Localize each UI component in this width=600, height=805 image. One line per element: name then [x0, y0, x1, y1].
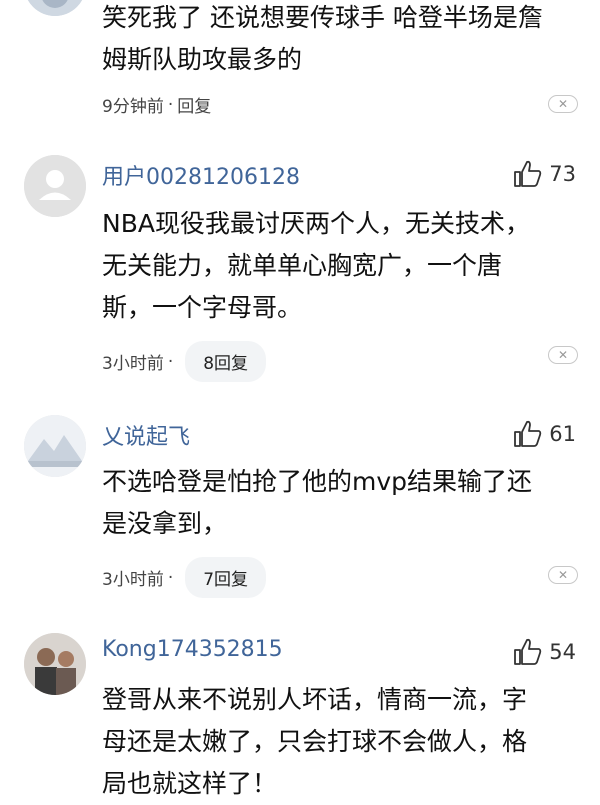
- comment-text: 笑死我了 还说想要传球手 哈登半场是詹 姆斯队助攻最多的: [102, 0, 572, 81]
- comment-text-line: NBA现役我最讨厌两个人，无关技术，: [102, 209, 530, 238]
- like-button[interactable]: 61: [513, 420, 576, 448]
- avatar[interactable]: [24, 415, 86, 477]
- avatar-image: [24, 633, 86, 695]
- avatar-image: [24, 415, 86, 477]
- comment-text: NBA现役我最讨厌两个人，无关技术， 无关能力，就单单心胸宽广，一个唐 斯，一个…: [102, 203, 572, 329]
- thumbs-up-icon: [514, 638, 542, 665]
- comment-text-line: 局也就这样了！: [102, 769, 278, 798]
- person-icon: [24, 155, 86, 217]
- comment-text-line: 是没拿到，: [102, 509, 228, 538]
- avatar-image: [24, 0, 86, 16]
- close-icon[interactable]: ✕: [548, 95, 578, 113]
- like-button[interactable]: 73: [513, 160, 576, 188]
- reply-count-button[interactable]: 7回复: [185, 557, 267, 598]
- comment-text-line: 母还是太嫩了，只会打球不会做人，格: [102, 727, 528, 756]
- comment-text-line: 斯，一个字母哥。: [102, 293, 303, 322]
- comment-time: 9分钟前: [102, 97, 164, 117]
- comment-meta: 3小时前 · 8回复: [102, 341, 267, 382]
- comment-time: 3小时前: [102, 354, 164, 374]
- like-button[interactable]: 54: [513, 638, 576, 666]
- username[interactable]: 用户00281206128: [102, 159, 300, 191]
- separator: ·: [167, 567, 174, 588]
- like-count: 54: [549, 640, 576, 664]
- username[interactable]: 乂说起飞: [102, 419, 190, 451]
- like-count: 73: [549, 162, 576, 186]
- comment-text-line: 不选哈登是怕抢了他的mvp结果输了还: [102, 467, 533, 496]
- avatar[interactable]: [24, 633, 86, 695]
- reply-button[interactable]: 回复: [177, 92, 211, 117]
- comment-text-line: 无关能力，就单单心胸宽广，一个唐: [102, 251, 503, 280]
- comment-text-line: 姆斯队助攻最多的: [102, 45, 303, 74]
- comment-meta: 3小时前 · 7回复: [102, 557, 267, 598]
- comment-text-line: 笑死我了 还说想要传球手 哈登半场是詹: [102, 3, 543, 32]
- avatar[interactable]: [24, 0, 86, 16]
- avatar[interactable]: [24, 155, 86, 217]
- comment-meta: 9分钟前 · 回复: [102, 92, 211, 118]
- comment-text: 登哥从来不说别人坏话，情商一流，字 母还是太嫩了，只会打球不会做人，格 局也就这…: [102, 679, 572, 805]
- separator: ·: [167, 94, 174, 115]
- comment-time: 3小时前: [102, 570, 164, 590]
- close-icon[interactable]: ✕: [548, 566, 578, 584]
- username[interactable]: Kong174352815: [102, 637, 283, 662]
- separator: ·: [167, 351, 174, 372]
- thumbs-up-icon: [514, 420, 542, 447]
- like-count: 61: [549, 422, 576, 446]
- reply-count-button[interactable]: 8回复: [185, 341, 267, 382]
- comment-text-line: 登哥从来不说别人坏话，情商一流，字: [102, 685, 528, 714]
- thumbs-up-icon: [514, 160, 542, 187]
- comment-text: 不选哈登是怕抢了他的mvp结果输了还 是没拿到，: [102, 461, 572, 545]
- close-icon[interactable]: ✕: [548, 346, 578, 364]
